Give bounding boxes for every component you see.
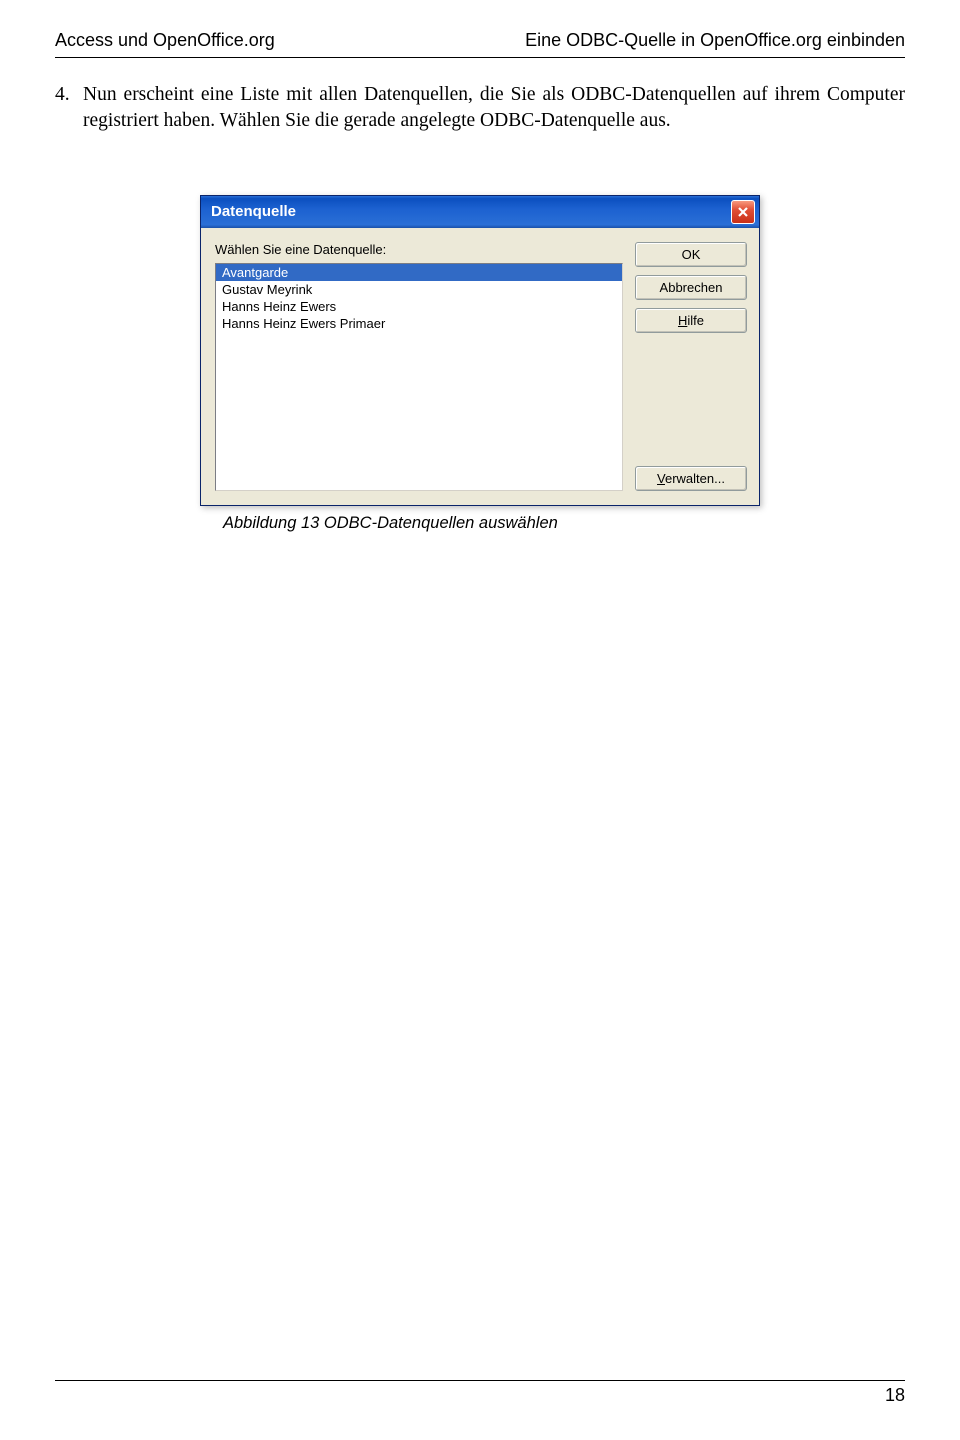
figure-caption: Abbildung 13 ODBC-Datenquellen auswählen <box>223 514 905 533</box>
footer-rule <box>55 1380 905 1381</box>
dialog-titlebar: Datenquelle <box>201 196 759 228</box>
header-right: Eine ODBC-Quelle in OpenOffice.org einbi… <box>525 30 905 51</box>
manage-button[interactable]: Verwalten... <box>635 466 747 491</box>
list-number: 4. <box>55 82 83 135</box>
ok-button[interactable]: OK <box>635 242 747 267</box>
page-number: 18 <box>55 1385 905 1406</box>
help-button[interactable]: Hilfe <box>635 308 747 333</box>
list-text: Nun erscheint eine Liste mit allen Daten… <box>83 82 905 135</box>
dialog-title: Datenquelle <box>211 203 731 220</box>
close-icon[interactable] <box>731 200 755 224</box>
datasource-dialog: Datenquelle Wählen Sie eine Datenquelle:… <box>200 195 760 506</box>
list-item[interactable]: Avantgarde <box>216 264 622 281</box>
list-item[interactable]: Gustav Meyrink <box>216 281 622 298</box>
body-paragraph: 4. Nun erscheint eine Liste mit allen Da… <box>55 82 905 135</box>
dialog-prompt: Wählen Sie eine Datenquelle: <box>215 242 623 257</box>
datasource-listbox[interactable]: Avantgarde Gustav Meyrink Hanns Heinz Ew… <box>215 263 623 491</box>
cancel-button[interactable]: Abbrechen <box>635 275 747 300</box>
list-item[interactable]: Hanns Heinz Ewers <box>216 298 622 315</box>
list-item[interactable]: Hanns Heinz Ewers Primaer <box>216 315 622 332</box>
header-left: Access und OpenOffice.org <box>55 30 275 51</box>
header-rule <box>55 57 905 58</box>
